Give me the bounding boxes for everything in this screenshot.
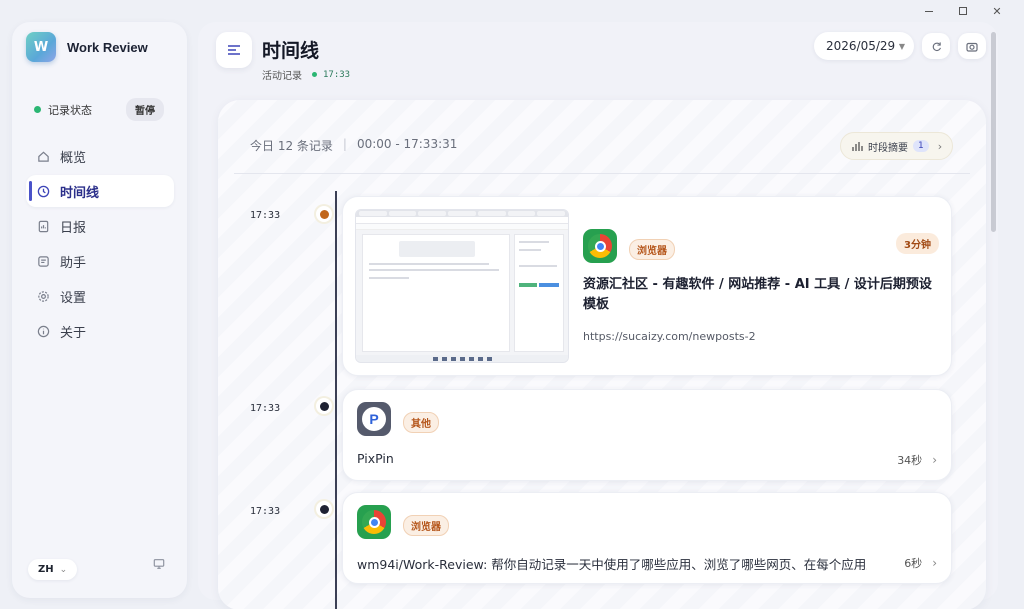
- sidebar-item-about[interactable]: 关于: [26, 315, 174, 347]
- menu-toggle-button[interactable]: [216, 32, 252, 68]
- category-tag: 其他: [403, 412, 439, 433]
- minimize-icon: [925, 10, 933, 12]
- sidebar-nav: 概览 时间线 日报 助手 设置 关于: [26, 140, 174, 350]
- record-count: 今日 12 条记录: [250, 139, 333, 153]
- app-logo: W: [26, 32, 56, 62]
- gear-icon: [36, 289, 50, 303]
- activity-title: PixPin: [357, 451, 394, 466]
- pause-button[interactable]: 暂停: [126, 98, 164, 121]
- page-subtitle: 活动记录 17:33: [262, 67, 351, 83]
- summary-row: 今日 12 条记录 | 00:00 - 17:33:31: [250, 137, 457, 154]
- category-tag: 浏览器: [629, 239, 675, 260]
- minimize-button[interactable]: [912, 4, 946, 18]
- sidebar-item-assistant[interactable]: 助手: [26, 245, 174, 277]
- sidebar-item-label: 时间线: [60, 185, 100, 201]
- language-value: ZH: [38, 564, 54, 575]
- category-tag: 浏览器: [403, 515, 449, 536]
- period-summary-count: 1: [913, 140, 929, 152]
- language-select[interactable]: ZH ⌄: [28, 559, 78, 580]
- chrome-icon: [583, 229, 617, 263]
- info-icon: [36, 324, 50, 338]
- activity-url[interactable]: https://sucaizy.com/newposts-2: [583, 330, 756, 343]
- maximize-icon: [959, 7, 967, 15]
- chevron-right-icon: ›: [932, 556, 937, 570]
- date-value: 2026/05/29: [826, 39, 896, 53]
- duration: 34秒 ›: [897, 452, 937, 468]
- timeline-time: 17:33: [250, 403, 281, 414]
- subtitle-text: 活动记录: [262, 71, 302, 82]
- sidebar-item-daily-report[interactable]: 日报: [26, 210, 174, 242]
- scrollbar[interactable]: [991, 32, 996, 232]
- bar-chart-icon: [852, 141, 863, 151]
- brand: W Work Review: [26, 32, 148, 62]
- date-picker[interactable]: 2026/05/29 ▼: [814, 32, 914, 60]
- period-summary-button[interactable]: 时段摘要 1 ›: [840, 132, 954, 160]
- close-button[interactable]: ✕: [980, 4, 1014, 18]
- app-name: Work Review: [67, 39, 148, 55]
- close-icon: ✕: [992, 4, 1002, 18]
- screenshot-thumbnail[interactable]: [355, 209, 569, 363]
- duration-value: 34秒: [897, 454, 923, 467]
- separator: |: [342, 137, 347, 151]
- refresh-icon: [932, 41, 941, 51]
- camera-icon: [966, 42, 978, 52]
- timeline-dot: [316, 398, 332, 414]
- sidebar-item-timeline[interactable]: 时间线: [26, 175, 174, 207]
- main-area: 时间线 活动记录 17:33 2026/05/29 ▼ 今日 12 条记录 | …: [198, 22, 998, 609]
- activity-title: wm94i/Work-Review: 帮你自动记录一天中使用了哪些应用、浏览了哪…: [357, 557, 867, 572]
- sidebar-item-label: 设置: [60, 290, 87, 306]
- time-range: 00:00 - 17:33:31: [356, 137, 458, 151]
- clock-icon: [36, 184, 50, 198]
- activity-card[interactable]: P 其他 PixPin 34秒 ›: [342, 389, 952, 481]
- timeline-dot: [316, 501, 332, 517]
- divider: [234, 173, 970, 174]
- timeline-panel: 今日 12 条记录 | 00:00 - 17:33:31 时段摘要 1 › 17…: [218, 100, 986, 609]
- duration-value: 6秒: [904, 557, 923, 570]
- page-title: 时间线: [262, 40, 320, 62]
- sidebar-item-label: 助手: [60, 255, 87, 271]
- pixpin-icon: P: [357, 402, 391, 436]
- home-icon: [36, 149, 50, 163]
- recording-status: 记录状态 暂停: [34, 98, 164, 121]
- live-time: 17:33: [323, 69, 351, 80]
- chevron-down-icon: ▼: [898, 41, 905, 51]
- sidebar-item-settings[interactable]: 设置: [26, 280, 174, 312]
- sidebar-item-label: 概览: [60, 150, 87, 166]
- timeline-dot: [316, 206, 332, 222]
- activity-title: 资源汇社区 - 有趣软件 / 网站推荐 - AI 工具 / 设计后期预设 模板: [583, 275, 943, 315]
- timeline-time: 17:33: [250, 210, 281, 221]
- maximize-button[interactable]: [946, 4, 980, 18]
- duration-badge: 3分钟: [896, 233, 939, 254]
- assistant-icon: [36, 254, 50, 268]
- period-summary-label: 时段摘要: [868, 142, 908, 154]
- duration: 6秒 ›: [904, 555, 937, 571]
- status-dot-icon: [34, 106, 41, 113]
- sidebar-item-label: 日报: [60, 220, 87, 236]
- activity-card[interactable]: 浏览器 3分钟 资源汇社区 - 有趣软件 / 网站推荐 - AI 工具 / 设计…: [342, 196, 952, 376]
- timeline-line: [335, 191, 337, 609]
- activity-card[interactable]: 浏览器 wm94i/Work-Review: 帮你自动记录一天中使用了哪些应用、…: [342, 492, 952, 584]
- sidebar-item-overview[interactable]: 概览: [26, 140, 174, 172]
- report-icon: [36, 219, 50, 233]
- sidebar: W Work Review 记录状态 暂停 概览 时间线 日报 助手 设置 关于…: [12, 22, 187, 598]
- chevron-right-icon: ›: [937, 139, 943, 153]
- live-dot-icon: [312, 72, 317, 77]
- status-label: 记录状态: [48, 103, 92, 117]
- refresh-button[interactable]: [922, 33, 950, 59]
- chrome-icon: [357, 505, 391, 539]
- window-controls: ✕: [912, 4, 1014, 18]
- activity-title-line: 模板: [583, 297, 610, 312]
- activity-title-line: 资源汇社区 - 有趣软件 / 网站推荐 - AI 工具 / 设计后期预设: [583, 277, 932, 292]
- timeline-time: 17:33: [250, 506, 281, 517]
- monitor-icon[interactable]: [153, 555, 165, 574]
- screenshot-button[interactable]: [958, 33, 986, 59]
- chevron-down-icon: ⌄: [59, 564, 68, 575]
- sidebar-item-label: 关于: [60, 325, 87, 341]
- chevron-right-icon: ›: [932, 453, 937, 467]
- menu-icon: [228, 45, 240, 55]
